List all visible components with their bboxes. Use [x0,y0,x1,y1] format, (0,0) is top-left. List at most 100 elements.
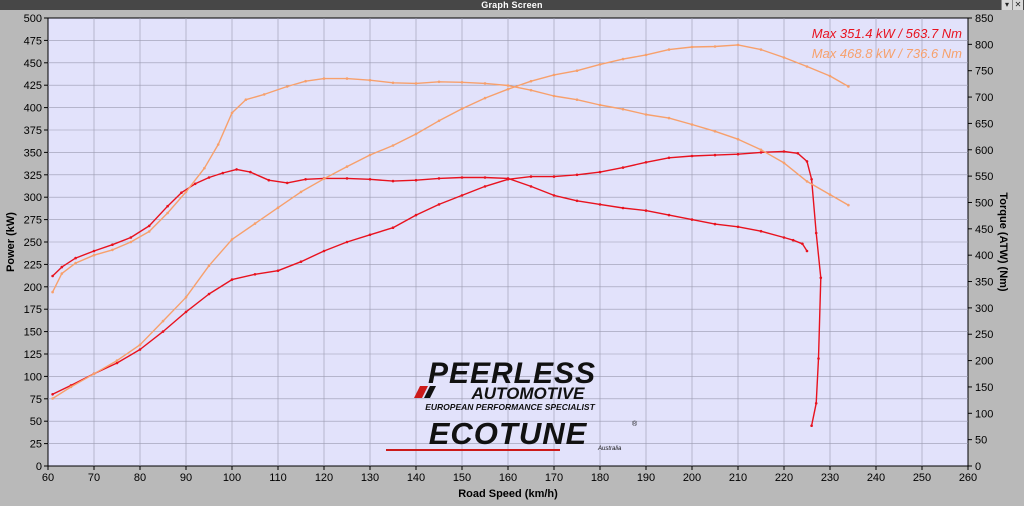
y-tick-label: 425 [24,80,42,92]
series-1-point [621,206,625,210]
series-1-point [529,185,533,188]
series-1-point [207,176,211,179]
series-3-point [552,94,556,98]
y-tick-label: 250 [24,237,42,249]
series-2-point [506,178,510,181]
series-2-point [184,310,188,314]
series-2-point [391,226,395,229]
series-4-point [460,107,464,110]
y-tick-label: 300 [24,192,42,204]
series-1-point [801,242,804,246]
x-tick-label: 170 [545,472,563,484]
series-2-point [810,178,813,181]
logo-product-sub: Australia [597,446,622,452]
y2-tick-label: 450 [975,224,993,236]
y2-tick-label: 300 [975,303,993,315]
series-4-point [644,53,648,57]
y-tick-label: 225 [24,259,42,271]
x-tick-label: 260 [959,472,977,484]
series-1-point [180,191,183,194]
series-4-point [598,63,602,66]
series-3-point [805,180,809,183]
series-3-point [244,98,248,101]
logo-registered-mark: ® [632,420,638,428]
series-1-point [74,256,77,260]
y-tick-label: 175 [24,304,42,316]
series-3-point [621,107,625,111]
series-2-point [138,348,142,351]
series-3-point [575,98,579,101]
y-axis-title: Power (kW) [5,212,17,272]
series-4-point [51,397,54,400]
series-3-point [460,81,464,84]
y-tick-label: 400 [24,103,42,115]
series-2-point [598,170,602,174]
series-3-point [92,253,96,257]
series-4-point [115,359,119,362]
x-tick-label: 240 [867,472,885,484]
series-2-point [322,249,326,253]
series-3-point [759,148,763,152]
series-1-point [414,178,418,182]
logo-product: ECOTUNE [429,416,588,451]
series-2-point [817,357,820,360]
series-3-point [184,190,188,194]
series-4-point [805,65,809,68]
series-2-point [51,393,54,396]
series-1-point [460,176,464,179]
series-1-point [690,218,694,221]
series-3-point [437,80,441,84]
y2-tick-label: 750 [975,66,993,78]
series-2-point [644,161,648,164]
series-4-point [667,48,671,51]
series-4-point [736,43,740,47]
y2-tick-label: 200 [975,356,993,368]
series-2-point [253,273,257,276]
series-3-point [304,79,307,83]
series-1-point [437,177,441,180]
series-2-point [621,166,625,169]
series-2-point [483,185,487,188]
y-tick-label: 500 [24,13,42,25]
close-glyph: ✕ [1014,0,1022,9]
series-4-point [529,79,533,83]
series-3-point [203,166,206,170]
x-tick-label: 220 [775,472,793,484]
series-1-point [598,203,602,206]
series-2-point [810,424,813,428]
close-icon[interactable]: ✕ [1012,0,1023,10]
series-4-point [782,56,786,59]
y-tick-label: 0 [36,461,42,473]
x-tick-label: 210 [729,472,747,484]
series-3-point [129,240,133,244]
series-2-point [368,233,372,237]
series-1-point [575,199,579,203]
series-3-point [111,248,114,252]
y-tick-label: 350 [24,147,42,159]
series-1-point [267,178,271,182]
series-3-point [736,137,740,141]
series-3-point [230,111,234,115]
series-2-point [529,175,533,178]
series-3-point [667,116,671,120]
series-2-point [796,152,800,155]
series-4-point [299,190,303,194]
window-titlebar: Graph Screen ▾ ✕ [0,0,1024,10]
series-3-point [529,88,533,92]
y2-tick-label: 600 [975,145,993,157]
minimize-icon[interactable]: ▾ [1001,0,1012,10]
series-3-point [166,211,169,215]
series-2-point [819,276,823,280]
y-tick-label: 25 [30,439,42,451]
series-3-point [391,81,395,85]
x-tick-label: 70 [88,472,100,484]
series-1-point [713,222,717,226]
series-1-point [736,225,740,229]
series-2-point [814,231,818,235]
series-1-point [667,213,671,217]
x-tick-label: 80 [134,472,146,484]
series-3-point [828,193,832,196]
series-4-point [506,87,510,91]
series-3-point [60,272,64,275]
series-4-point [828,74,832,78]
